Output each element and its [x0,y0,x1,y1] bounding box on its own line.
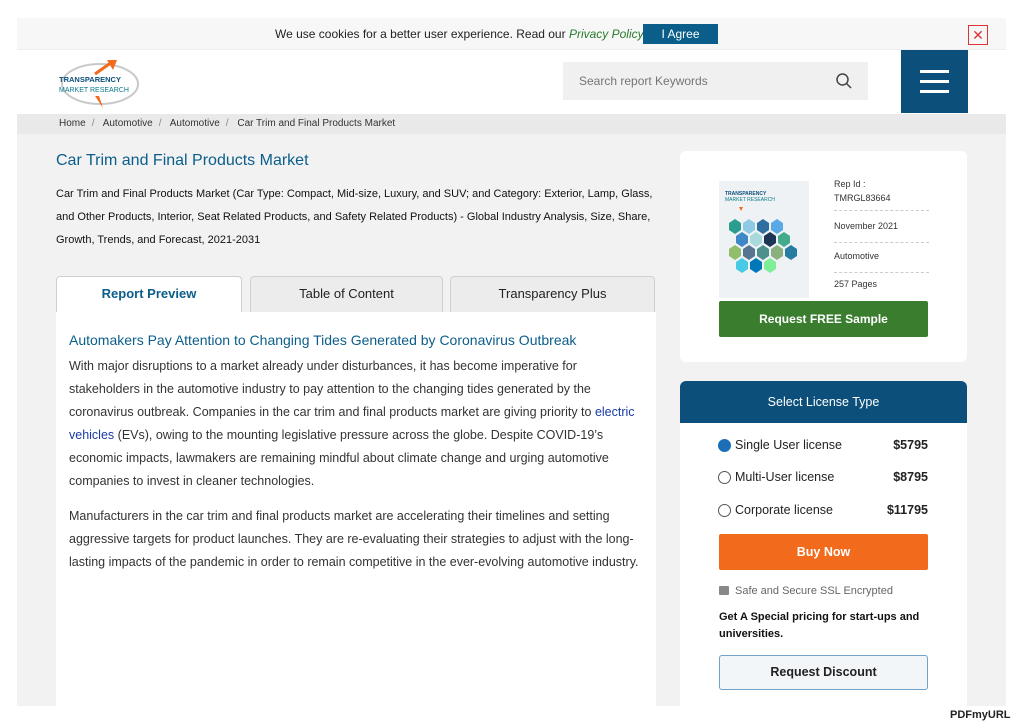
breadcrumb: Home / Automotive / Automotive / Car Trim a… [17,114,1006,134]
content-paragraph-1: With major disruptions to a market alrea… [69,355,649,493]
cookie-bar: We use cookies for a better user experie… [17,18,1006,50]
request-discount-button[interactable]: Request Discount [719,655,928,690]
pdfmyurl-watermark: PDFmyURL [950,709,1011,721]
breadcrumb-current: Car Trim and Final Products Market [237,118,396,129]
report-subtitle: Car Trim and Final Products Market (Car … [56,188,653,246]
close-icon[interactable]: ✕ [968,25,988,45]
lock-icon [719,586,729,595]
report-info-card: TRANSPARENCY MARKET RESEARCH Rep Id: TM… [680,151,967,362]
breadcrumb-automotive-sub[interactable]: Automotive [170,118,220,129]
rep-id: Rep Id : TMRGL83664 [834,177,929,211]
hamburger-line [920,90,949,93]
page: We use cookies for a better user experie… [17,18,1006,706]
rep-id-label: Rep Id : [834,179,866,189]
logo-graphic: TRANSPARENCY MARKET RESEARCH [59,60,139,108]
cookie-message: We use cookies for a better user experie… [275,27,644,41]
license-label: Corporate license [735,503,833,517]
license-price: $5795 [893,438,928,452]
privacy-policy-link[interactable]: Privacy Policy [569,27,644,41]
license-label: Multi-User license [735,470,835,484]
hamburger-line [920,70,949,73]
logo[interactable]: TRANSPARENCY MARKET RESEARCH [55,56,145,108]
search-box [563,62,868,100]
publish-date: November 2021 [834,221,929,243]
radio-icon[interactable] [718,504,731,517]
agree-button[interactable]: I Agree [643,24,718,44]
search-icon[interactable] [835,72,853,90]
radio-selected-icon[interactable] [718,439,731,452]
tab-report-preview[interactable]: Report Preview [56,276,242,312]
search-input[interactable] [579,74,819,88]
license-option-corporate[interactable]: Corporate license $11795 [718,502,928,520]
paragraph-text: (EVs), owing to the mounting legislative… [69,428,609,488]
breadcrumb-automotive[interactable]: Automotive [103,118,153,129]
radio-icon[interactable] [718,471,731,484]
cover-graphic: TRANSPARENCY MARKET RESEARCH [719,181,809,298]
paragraph-text: With major disruptions to a market alrea… [69,359,592,419]
report-category: Automotive [834,251,929,273]
content-paragraph-2: Manufacturers in the car trim and final … [69,509,639,569]
ssl-notice: Safe and Secure SSL Encrypted [719,585,893,597]
license-panel: Select License Type Single User license … [680,381,967,706]
license-price: $11795 [886,503,928,517]
page-count: 257 Pages [834,279,878,289]
site-header: TRANSPARENCY MARKET RESEARCH [17,50,1006,114]
buy-now-button[interactable]: Buy Now [719,534,928,570]
breadcrumb-home[interactable]: Home [59,118,86,129]
special-pricing-text: Get A Special pricing for start-ups and … [719,611,920,640]
license-label: Single User license [735,438,842,452]
page-title: Car Trim and Final Products Market [56,152,309,169]
content-heading: Automakers Pay Attention to Changing Tid… [69,332,577,348]
tab-bar: Report Preview Table of Content Transpar… [56,276,656,312]
cookie-text: We use cookies for a better user experie… [275,27,566,41]
menu-button[interactable] [901,50,968,113]
request-sample-button[interactable]: Request FREE Sample [719,301,928,337]
license-option-multi[interactable]: Multi-User license $8795 [718,469,928,487]
license-option-single[interactable]: Single User license $5795 [718,437,928,455]
tab-transparency-plus[interactable]: Transparency Plus [450,276,655,312]
rep-id-value: TMRGL83664 [834,193,891,203]
report-preview-content: Automakers Pay Attention to Changing Tid… [56,312,656,706]
svg-text:MARKET RESEARCH: MARKET RESEARCH [725,197,775,203]
license-price: $8795 [893,470,928,484]
hamburger-line [920,80,949,83]
report-cover-image: TRANSPARENCY MARKET RESEARCH [719,181,809,298]
logo-line2: MARKET RESEARCH [59,87,129,94]
tab-table-of-content[interactable]: Table of Content [250,276,443,312]
ssl-text: Safe and Secure SSL Encrypted [735,585,893,597]
logo-line1: TRANSPARENCY [59,75,121,84]
license-heading: Select License Type [680,381,967,423]
